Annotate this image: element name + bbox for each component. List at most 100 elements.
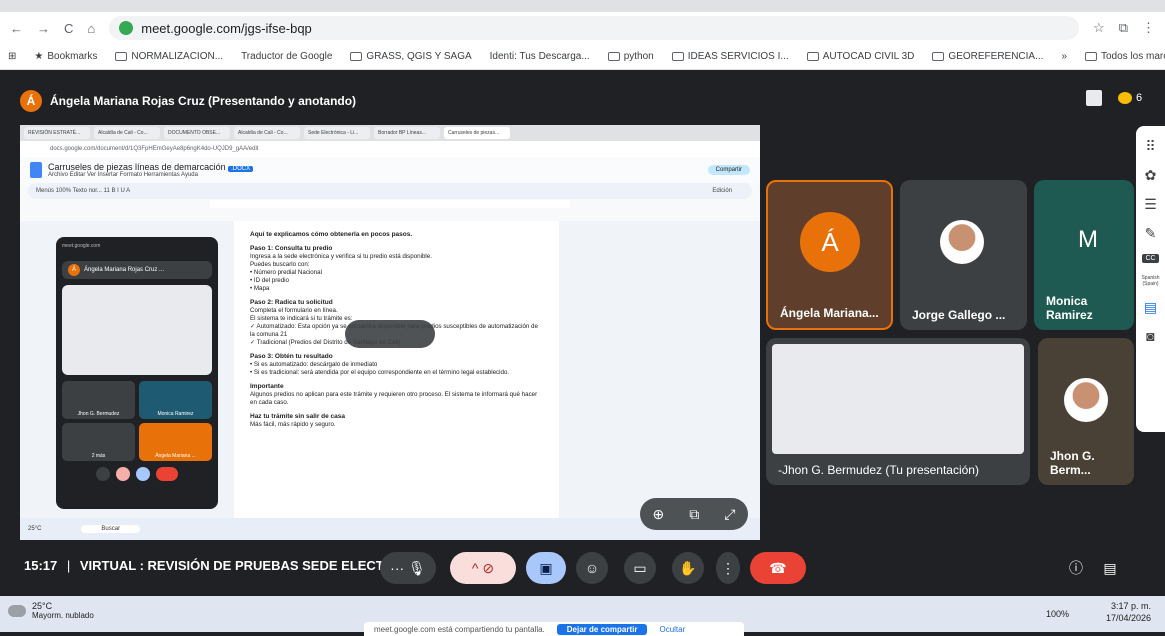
bookmark-item[interactable]: Todos los marcadores <box>1085 51 1165 62</box>
shared-tab: REVISIÓN ESTRATÉ... <box>24 127 90 139</box>
shared-tab: Alcaldía de Cali - Co... <box>234 127 300 139</box>
shared-tab: Alcaldía de Cali - Co... <box>94 127 160 139</box>
presenter-bar: Á Ángela Mariana Rojas Cruz (Presentando… <box>20 88 356 114</box>
forward-icon[interactable]: → <box>37 21 50 36</box>
home-icon[interactable]: ⌂ <box>87 21 95 36</box>
people-icon <box>1118 92 1132 104</box>
pip-tile: Monica Ramirez <box>139 381 212 419</box>
participant-name: -Jhon G. Bermudez (Tu presentación) <box>778 463 979 477</box>
participant-name: Jhon G. Berm... <box>1050 449 1095 477</box>
raise-hand-button[interactable]: ✋ <box>672 552 704 584</box>
grid-icon[interactable]: ⠿ <box>1145 138 1155 155</box>
pip-camera-icon <box>116 467 130 481</box>
participant-tile[interactable]: Jorge Gallego ... <box>900 180 1027 330</box>
end-call-button[interactable]: ☎ <box>750 552 806 584</box>
more-options-button[interactable]: ⋮ <box>716 552 740 584</box>
self-presentation-tile[interactable]: -Jhon G. Bermudez (Tu presentación) <box>766 338 1030 485</box>
effects-icon[interactable]: ✿ <box>1145 167 1157 184</box>
participant-tile[interactable]: M Monica Ramirez <box>1034 180 1134 330</box>
popout-icon[interactable]: ⧉ <box>689 506 699 523</box>
pip-present-icon <box>136 467 150 481</box>
pip-window: meet.google.com Á Ángela Mariana Rojas C… <box>56 237 218 509</box>
doc-heading: Aquí te explicamos cómo obtenerla en poc… <box>250 231 413 238</box>
participant-avatar: M <box>1078 226 1098 253</box>
pip-tile: Ángela Mariana ... <box>139 423 212 461</box>
camera-icon[interactable]: ◙ <box>1146 328 1154 344</box>
screen-share-notice: meet.google.com está compartiendo tu pan… <box>364 622 744 636</box>
doc-heading: Importante <box>250 383 284 390</box>
fullscreen-icon[interactable]: ⤢ <box>724 506 735 523</box>
doc-header: Carruseles de piezas líneas de demarcaci… <box>20 157 760 183</box>
presentation-toggle-icon[interactable] <box>1086 90 1102 106</box>
doc-heading: Paso 2: Radica tu solicitud <box>250 299 333 306</box>
back-icon[interactable]: ← <box>10 21 23 36</box>
star-icon[interactable]: ☆ <box>1093 20 1105 36</box>
chat-icon[interactable]: ☰ <box>1144 196 1157 213</box>
bookmark-item[interactable]: ★ Bookmarks <box>34 51 97 62</box>
shared-tab: Sede Electrónica - Li... <box>304 127 370 139</box>
camera-off-button[interactable]: ^ ⊘ <box>450 552 516 584</box>
pen-icon[interactable]: ✎ <box>1145 225 1157 242</box>
people-count[interactable]: 6 <box>1118 92 1142 104</box>
info-button[interactable]: ⓘ <box>1060 552 1092 584</box>
site-info-icon[interactable] <box>119 21 134 35</box>
chat-button[interactable]: ▤ <box>1094 552 1126 584</box>
system-clock[interactable]: 3:17 p. m. 17/04/2026 <box>1106 600 1151 624</box>
shared-tab: Borrador BP Líneas... <box>374 127 440 139</box>
bookmark-item[interactable]: NORMALIZACION... <box>115 51 223 62</box>
shared-tab: DOCUMENTO OBSE... <box>164 127 230 139</box>
doc-menu: Archivo Editar Ver Insertar Formato Herr… <box>48 172 198 178</box>
participant-name: Jorge Gallego ... <box>912 308 1006 322</box>
pip-tile: Jhon G. Bermudez <box>62 381 135 419</box>
folder-icon <box>607 52 620 61</box>
url-field[interactable]: meet.google.com/jgs-ifse-bqp <box>109 16 1080 40</box>
bookmark-item[interactable]: GEOREFERENCIA... <box>932 51 1043 62</box>
bookmark-item[interactable]: Traductor de Google <box>241 51 332 62</box>
doc-heading: Paso 3: Obtén tu resultado <box>250 353 333 360</box>
bookmark-item[interactable]: IDEAS SERVICIOS I... <box>671 51 789 62</box>
shared-url-bar: docs.google.com/document/d/1Q3FpHEmGeyAe… <box>20 141 760 157</box>
doc-toolbar: Menús 100% Texto nor... 11 B I U A Edició… <box>28 183 752 199</box>
folder-icon <box>671 52 684 61</box>
more-mic-button[interactable]: ··· 🎙 <box>380 552 436 584</box>
reload-icon[interactable]: C <box>64 21 73 36</box>
folder-icon <box>115 52 128 61</box>
zoom-controls[interactable]: ⊕ ⧉ ⤢ <box>640 498 748 530</box>
doc-line: Completa el formulario en línea. <box>250 307 338 314</box>
captions-button[interactable]: CC <box>1142 254 1159 263</box>
battery-level: 100% <box>1046 609 1070 619</box>
presenter-avatar: Á <box>20 90 42 112</box>
apps-icon[interactable]: ⊞ <box>8 51 16 62</box>
doc-line: Ingresa a la sede electrónica y verifica… <box>250 253 432 260</box>
bookmark-item[interactable]: Identi: Tus Descarga... <box>490 51 590 62</box>
bookmark-item[interactable]: python <box>607 51 654 62</box>
bookmark-item[interactable]: GRASS, QGIS Y SAGA <box>350 51 472 62</box>
participant-tile[interactable]: Á Ángela Mariana... <box>766 180 893 330</box>
zoom-in-icon[interactable]: ⊕ <box>653 506 665 523</box>
doc-title: Carruseles de piezas líneas de demarcaci… <box>48 162 226 172</box>
participant-tile[interactable]: Jhon G. Berm... <box>1038 338 1134 485</box>
address-bar-row: ← → C ⌂ meet.google.com/jgs-ifse-bqp ☆ ⧉… <box>0 12 1165 44</box>
present-button[interactable]: ▣ <box>526 552 566 584</box>
hide-button[interactable]: Ocultar <box>659 625 685 634</box>
annotation-float-controls[interactable] <box>345 320 435 348</box>
pip-mic-icon <box>96 467 110 481</box>
pip-site: meet.google.com <box>62 243 101 249</box>
extensions-icon[interactable]: ⧉ <box>1119 20 1128 36</box>
star-icon: ★ <box>34 51 44 62</box>
stop-sharing-button[interactable]: Dejar de compartir <box>556 623 648 635</box>
weather-widget[interactable]: 25°C Mayorm. nublado <box>8 601 94 620</box>
menu-icon[interactable]: ⋮ <box>1142 20 1155 36</box>
bookmark-item[interactable]: AUTOCAD CIVIL 3D <box>806 51 914 62</box>
doc-line: • Si es automatizado: descárgalo de inme… <box>250 361 378 368</box>
participant-name: Monica Ramirez <box>1046 294 1093 322</box>
notes-icon[interactable]: ▤ <box>1144 299 1157 316</box>
participant-name: Ángela Mariana... <box>780 306 879 320</box>
shared-tab-strip: REVISIÓN ESTRATÉ... Alcaldía de Cali - C… <box>20 125 760 141</box>
pip-tiles: Jhon G. Bermudez Monica Ramirez 2 más Án… <box>62 381 212 461</box>
emoji-button[interactable]: ☺ <box>576 552 608 584</box>
captions-toggle-button[interactable]: ▭ <box>624 552 656 584</box>
edit-mode: Edición <box>712 188 732 194</box>
bookmarks-overflow[interactable]: » <box>1061 51 1067 62</box>
doc-heading: Haz tu trámite sin salir de casa <box>250 413 346 420</box>
